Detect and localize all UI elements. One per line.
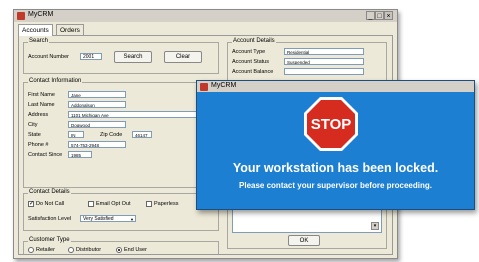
customer-type-group: Customer Type Retailer Distributor End U… [23, 237, 219, 254]
distributor-radio[interactable] [68, 247, 74, 253]
lock-message: Your workstation has been locked. [232, 161, 439, 175]
contact-info-group-label: Contact Information [28, 78, 83, 84]
state-label: State [28, 132, 41, 138]
tab-accounts[interactable]: Accounts [18, 24, 53, 36]
state-input[interactable]: IN [68, 131, 84, 138]
retailer-radio[interactable] [28, 247, 34, 253]
account-details-group-label: Account Details [232, 38, 276, 44]
address-label: Address [28, 112, 49, 118]
stop-sign-icon: STOP [304, 97, 358, 151]
satisfaction-level-label: Satisfaction Level [28, 216, 72, 222]
clear-button[interactable]: Clear [164, 51, 202, 63]
chevron-down-icon: ▼ [130, 217, 134, 222]
close-button[interactable]: × [384, 11, 393, 20]
do-not-call-checkbox[interactable]: ✓ [28, 201, 34, 207]
minimize-button[interactable]: _ [366, 11, 375, 20]
satisfaction-level-select[interactable]: Very Satisfied ▼ [80, 215, 136, 222]
contact-details-group-label: Contact Details [28, 189, 71, 195]
account-number-input[interactable]: 2001 [80, 53, 102, 60]
account-number-label: Account Number [28, 54, 69, 60]
contact-information-group: Contact Information First Name Jane Last… [23, 78, 219, 188]
account-type-label: Account Type [232, 49, 266, 55]
city-input[interactable]: Dogwood [68, 121, 126, 128]
lock-app-icon [200, 83, 208, 91]
phone-input[interactable]: 574-753-2948 [68, 141, 126, 148]
paperless-label: Paperless [154, 201, 179, 207]
end-user-label: End User [124, 247, 147, 253]
email-opt-out-checkbox[interactable] [88, 201, 94, 207]
window-title: MyCRM [28, 11, 54, 18]
end-user-radio[interactable] [116, 247, 122, 253]
phone-label: Phone # [28, 142, 49, 148]
lock-dialog-title: MyCRM [211, 82, 237, 89]
first-name-input[interactable]: Jane [68, 91, 126, 98]
account-status-field[interactable]: Suspended [284, 58, 364, 65]
workstation-locked-dialog: MyCRM STOP Your workstation has been loc… [196, 80, 475, 210]
zip-code-label: Zip Code [100, 132, 123, 138]
email-opt-out-label: Email Opt Out [96, 201, 131, 207]
app-icon [17, 12, 25, 20]
account-status-label: Account Status [232, 59, 269, 65]
contact-since-input[interactable]: 1985 [68, 151, 92, 158]
distributor-label: Distributor [76, 247, 102, 253]
last-name-input[interactable]: Addonalson [68, 101, 126, 108]
satisfaction-level-value: Very Satisfied [83, 216, 114, 222]
retailer-label: Retailer [36, 247, 55, 253]
lock-title-bar: MyCRM [197, 81, 474, 92]
stop-sign-text: STOP [311, 116, 352, 133]
contact-details-group: Contact Details ✓ Do Not Call Email Opt … [23, 189, 219, 231]
search-group-label: Search [28, 38, 50, 44]
scroll-down-icon[interactable]: ▾ [371, 222, 379, 230]
account-balance-label: Account Balance [232, 69, 274, 75]
account-type-field[interactable]: Residential [284, 48, 364, 55]
zip-code-input[interactable]: 46147 [132, 131, 152, 138]
contact-since-label: Contact Since [28, 152, 63, 158]
account-balance-field[interactable] [284, 68, 364, 75]
search-group: Search Account Number 2001 Search Clear [23, 38, 219, 74]
customer-type-group-label: Customer Type [28, 237, 71, 243]
paperless-checkbox[interactable] [146, 201, 152, 207]
city-label: City [28, 122, 38, 128]
address-input[interactable]: 1101 Michigan Ave [68, 111, 208, 118]
title-bar[interactable]: MyCRM _ □ × [14, 10, 397, 22]
first-name-label: First Name [28, 92, 55, 98]
maximize-button[interactable]: □ [375, 11, 384, 20]
ok-button[interactable]: OK [288, 235, 320, 246]
lock-submessage: Please contact your supervisor before pr… [239, 181, 432, 190]
search-button[interactable]: Search [114, 51, 152, 63]
do-not-call-label: Do Not Call [36, 201, 65, 207]
last-name-label: Last Name [28, 102, 55, 108]
